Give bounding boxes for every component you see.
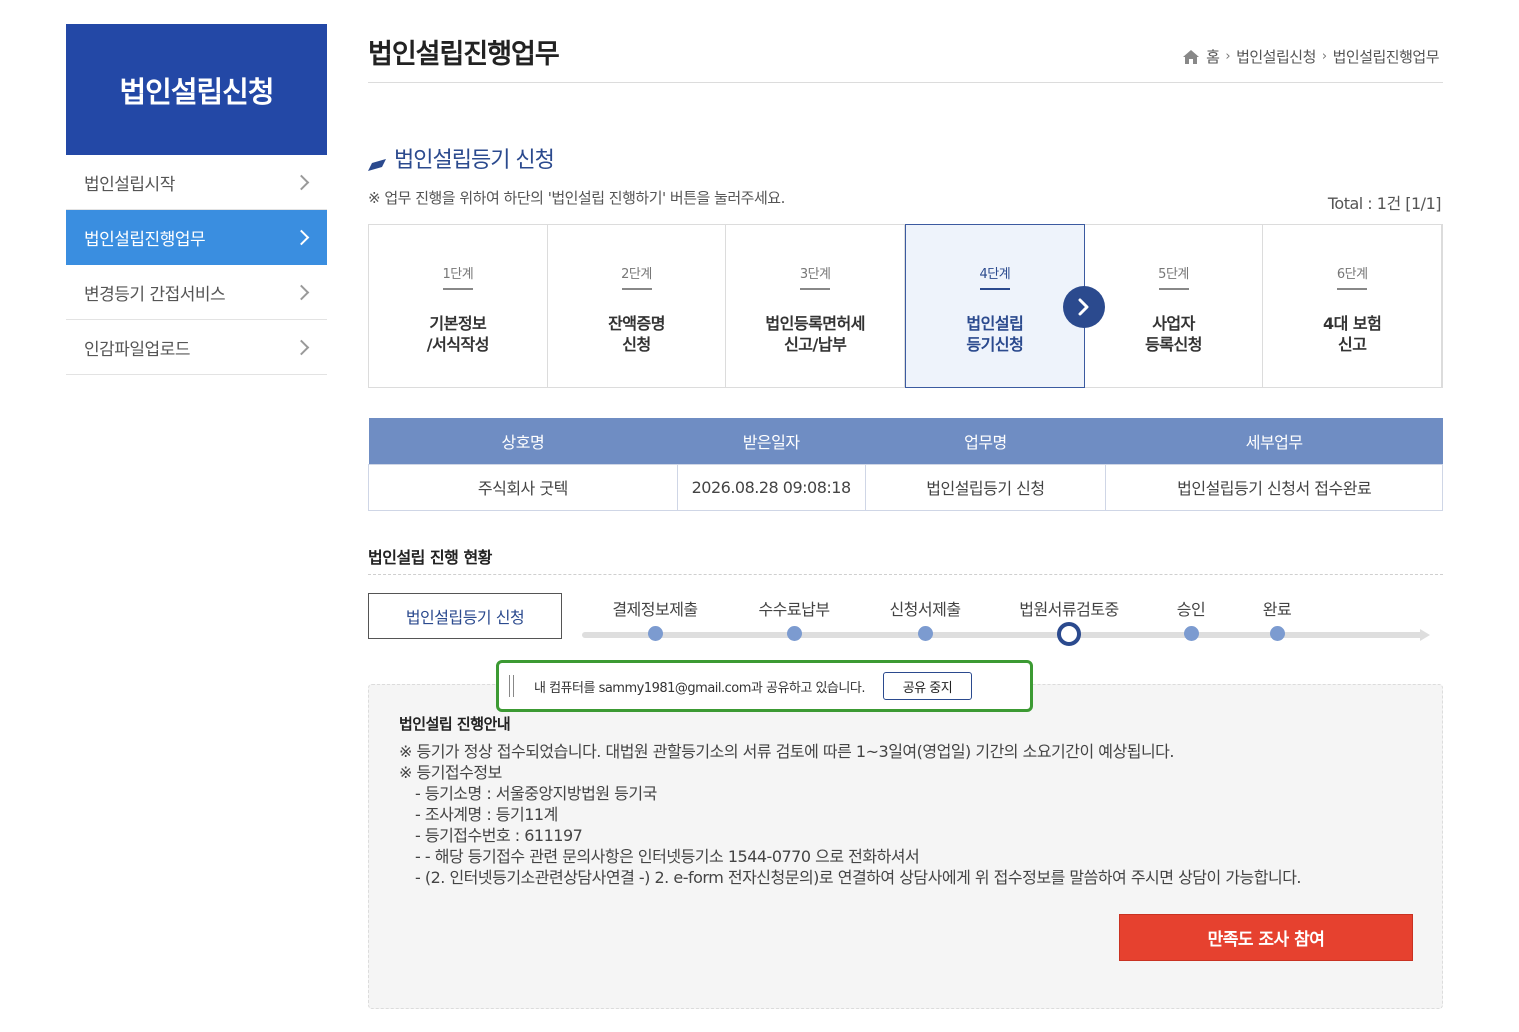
status-point-current — [1057, 622, 1081, 646]
guide-line: - 등기접수번호 : 611197 — [415, 826, 583, 845]
step-3[interactable]: 3단계 법인등록면허세 신고/납부 — [726, 225, 906, 387]
sidebar-item-start[interactable]: 법인설립시작 — [66, 155, 327, 210]
breadcrumb-item[interactable]: 법인설립신청 — [1236, 46, 1316, 67]
breadcrumb-separator: › — [1321, 49, 1327, 64]
step-number: 6단계 — [1336, 267, 1368, 282]
step-number: 4단계 — [979, 267, 1011, 282]
sidebar-item-change-registration[interactable]: 변경등기 간접서비스 — [66, 265, 327, 320]
table-header-row: 상호명 받은일자 업무명 세부업무 — [368, 418, 1443, 464]
status-point — [786, 626, 802, 641]
breadcrumb-current: 법인설립진행업무 — [1332, 48, 1440, 66]
breadcrumb: 홈 › 법인설립신청 › 법인설립진행업무 — [1182, 46, 1440, 67]
sidebar-item-label: 변경등기 간접서비스 — [84, 284, 226, 305]
step-label: 사업자 등록신청 — [1145, 314, 1202, 354]
notice-text: ※ 업무 진행을 위하여 하단의 '법인설립 진행하기' 버튼을 눌러주세요. — [368, 189, 785, 207]
step-number: 2단계 — [621, 267, 652, 282]
status-point-label: 승인 — [1176, 600, 1206, 619]
status-track — [582, 632, 1424, 638]
next-step-arrow-icon[interactable] — [1063, 286, 1105, 328]
step-label: 잔액증명 신청 — [608, 314, 665, 354]
column-header: 업무명 — [865, 418, 1106, 464]
table-cell: 주식회사 굿텍 — [368, 463, 678, 511]
divider — [368, 574, 1443, 575]
stop-sharing-button[interactable]: 공유 중지 — [882, 672, 972, 700]
guide-title: 법인설립 진행안내 — [399, 715, 511, 733]
status-point — [1183, 626, 1199, 641]
status-point — [1269, 626, 1285, 641]
step-5[interactable]: 5단계 사업자 등록신청 — [1085, 225, 1264, 387]
sidebar-item-seal-upload[interactable]: 인감파일업로드 — [66, 320, 327, 375]
survey-button[interactable]: 만족도 조사 참여 — [1119, 914, 1413, 961]
page-title: 법인설립진행업무 — [368, 39, 560, 70]
sidebar-title: 법인설립신청 — [66, 24, 327, 155]
chevron-right-icon — [293, 174, 310, 190]
guide-line: - 조사계명 : 등기11계 — [415, 805, 558, 824]
column-header: 상호명 — [368, 418, 678, 464]
status-title: 법인설립 진행 현황 — [368, 548, 492, 567]
step-1[interactable]: 1단계 기본정보/서식작성 — [369, 225, 548, 387]
status-point-label: 완료 — [1262, 600, 1292, 619]
guide-line: ※ 등기접수정보 — [399, 763, 502, 782]
step-label: 법인설립 등기신청 — [966, 314, 1024, 354]
status-point-label: 결제정보제출 — [612, 600, 698, 619]
table-cell: 2026.08.28 09:08:18 — [676, 463, 866, 511]
status-point — [647, 626, 663, 641]
guide-line: - 등기소명 : 서울중앙지방법원 등기국 — [415, 784, 657, 803]
status-point-label: 신청서제출 — [889, 600, 961, 619]
step-4-current[interactable]: 4단계 법인설립 등기신청 — [905, 224, 1085, 388]
step-number: 3단계 — [799, 267, 831, 282]
step-underline — [1158, 288, 1189, 290]
step-underline — [442, 288, 473, 290]
guide-box: 법인설립 진행안내 ※ 등기가 정상 접수되었습니다. 대법원 관할등기소의 서… — [368, 684, 1443, 1009]
sidebar-item-label: 법인설립진행업무 — [84, 230, 206, 250]
breadcrumb-separator: › — [1225, 49, 1231, 64]
total-count: Total : 1건 [1/1] — [1327, 194, 1442, 213]
step-underline — [979, 288, 1010, 290]
screen-share-bar: 내 컴퓨터를 sammy1981@gmail.com과 공유하고 있습니다. 공… — [496, 660, 1033, 712]
step-underline — [1337, 288, 1368, 290]
table-row[interactable]: 주식회사 굿텍 2026.08.28 09:08:18 법인설립등기 신청 법인… — [368, 463, 1443, 511]
status-point — [917, 626, 933, 641]
divider — [368, 82, 1443, 83]
status-point-label: 수수료납부 — [758, 600, 830, 619]
sidebar: 법인설립신청 법인설립시작 법인설립진행업무 변경등기 간접서비스 인감파일업로… — [66, 24, 327, 375]
step-6[interactable]: 6단계 4대 보험 신고 — [1263, 225, 1443, 387]
step-underline — [621, 288, 652, 290]
section-title: 법인설립등기 신청 — [368, 142, 555, 174]
guide-line: - - 해당 등기접수 관련 문의사항은 인터넷등기소 1544-0770 으로… — [415, 847, 920, 866]
arrow-right-icon — [1420, 629, 1430, 641]
chevron-right-icon — [293, 339, 310, 355]
step-number: 5단계 — [1158, 267, 1189, 282]
chevron-right-icon — [293, 229, 310, 246]
chevron-right-icon — [293, 284, 310, 300]
guide-line: - (2. 인터넷등기소관련상담사연결 -) 2. e-form 전자신청문의)… — [415, 868, 1302, 887]
guide-line: ※ 등기가 정상 접수되었습니다. 대법원 관할등기소의 서류 검토에 따른 1… — [399, 742, 1174, 761]
home-icon[interactable] — [1182, 49, 1200, 65]
column-header: 받은일자 — [677, 418, 866, 464]
step-label: 기본정보/서식작성 — [426, 314, 490, 354]
step-underline — [800, 288, 831, 290]
step-label: 법인등록면허세 신고/납부 — [765, 314, 865, 354]
table-cell: 법인설립등기 신청서 접수완료 — [1105, 463, 1443, 511]
share-message: 내 컴퓨터를 sammy1981@gmail.com과 공유하고 있습니다. — [534, 680, 865, 696]
step-progress: 1단계 기본정보/서식작성 2단계 잔액증명 신청 3단계 법인등록면허세 신고/납… — [368, 224, 1443, 388]
sidebar-item-label: 인감파일업로드 — [84, 339, 190, 360]
column-header: 세부업무 — [1105, 418, 1443, 464]
breadcrumb-home[interactable]: 홈 — [1206, 46, 1220, 67]
sidebar-item-label: 법인설립시작 — [84, 174, 175, 195]
application-table: 상호명 받은일자 업무명 세부업무 주식회사 굿텍 2026.08.28 09:… — [368, 418, 1443, 511]
status-point-label: 법원서류검토중 — [1019, 600, 1119, 619]
drag-handle-icon[interactable] — [509, 675, 514, 697]
step-label: 4대 보험 신고 — [1323, 314, 1382, 354]
table-cell: 법인설립등기 신청 — [864, 463, 1107, 511]
guide-text: ※ 등기가 정상 접수되었습니다. 대법원 관할등기소의 서류 검토에 따른 1… — [399, 741, 1302, 888]
sidebar-item-progress[interactable]: 법인설립진행업무 — [66, 210, 327, 265]
step-number: 1단계 — [442, 267, 474, 282]
pen-icon — [368, 152, 386, 171]
step-2[interactable]: 2단계 잔액증명 신청 — [548, 225, 727, 387]
section-title-text: 법인설립등기 신청 — [394, 148, 555, 173]
status-current-box: 법인설립등기 신청 — [368, 593, 562, 639]
